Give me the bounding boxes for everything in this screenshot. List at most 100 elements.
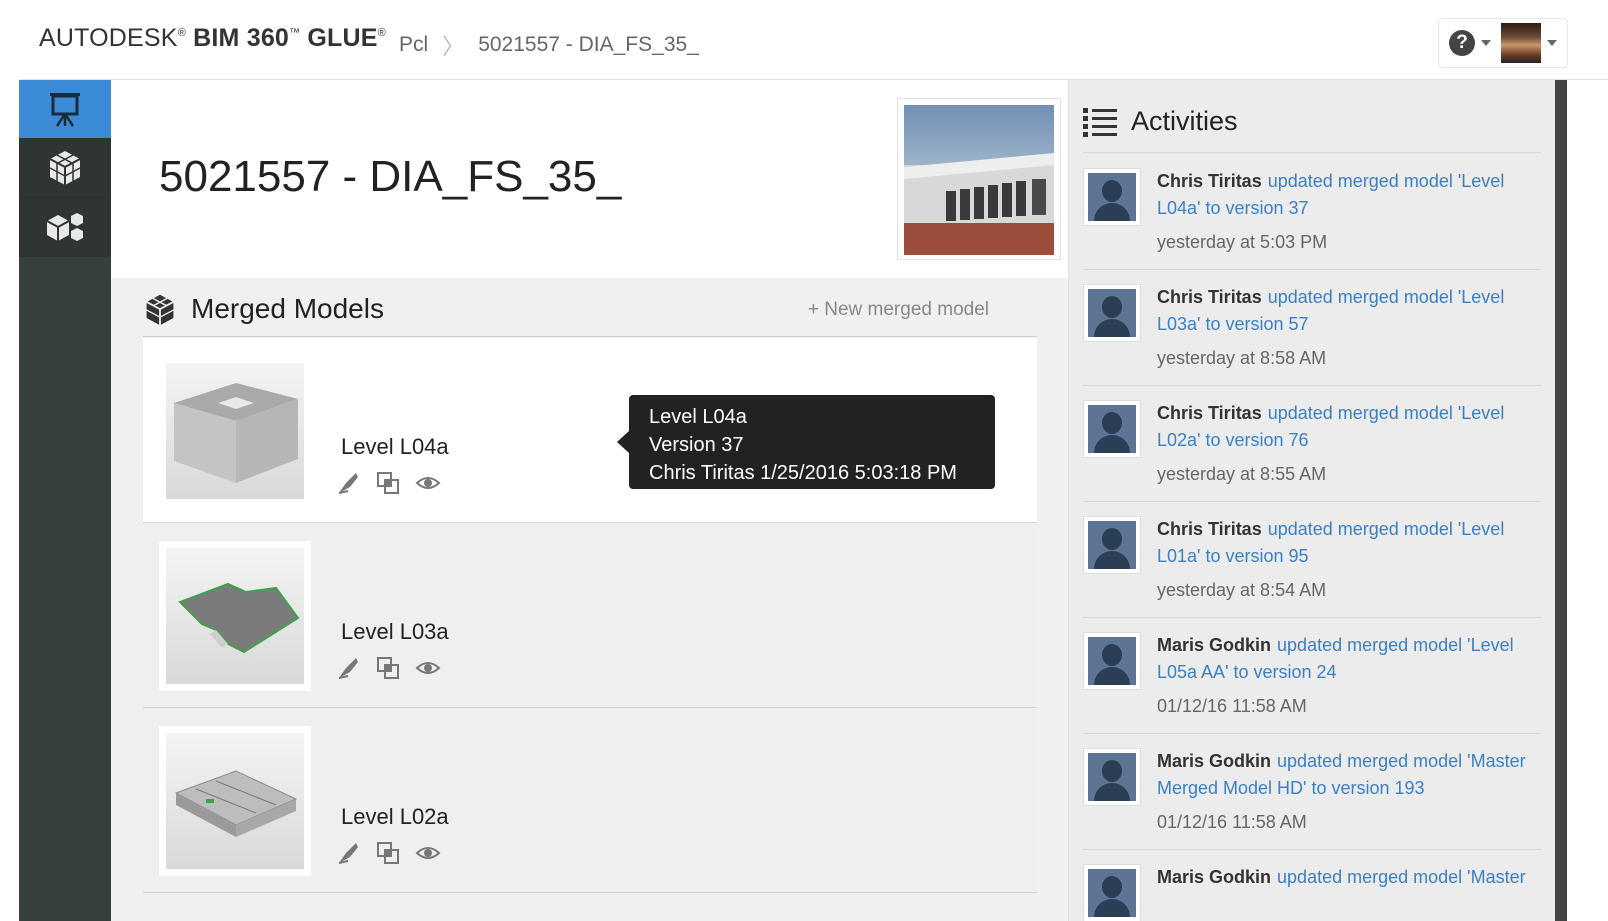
model-thumbnail-image bbox=[166, 548, 304, 684]
header-user-menu: ? bbox=[1438, 18, 1568, 68]
activity-item: Chris Tiritas updated merged model 'Level… bbox=[1083, 386, 1541, 502]
help-caret-icon[interactable] bbox=[1481, 40, 1491, 46]
activity-time: yesterday at 5:03 PM bbox=[1157, 232, 1328, 252]
compare-icon[interactable] bbox=[375, 840, 401, 866]
activities-header: Activities bbox=[1083, 106, 1238, 137]
activity-text: Maris Godkin updated merged model 'Master… bbox=[1157, 748, 1541, 802]
activity-text: Chris Tiritas updated merged model 'Level… bbox=[1157, 516, 1541, 570]
model-row[interactable]: Level L04a Level L04a Version 37 Chris T… bbox=[143, 338, 1037, 523]
model-preview-l04a bbox=[174, 383, 298, 483]
avatar[interactable] bbox=[1083, 400, 1141, 458]
activity-time: yesterday at 8:54 AM bbox=[1157, 580, 1327, 600]
markup-icon[interactable] bbox=[335, 840, 361, 866]
breadcrumb-item-project[interactable]: 5021557 - DIA_FS_35_ bbox=[478, 33, 699, 57]
activity-user[interactable]: Chris Tiritas bbox=[1157, 287, 1262, 307]
activity-user[interactable]: Chris Tiritas bbox=[1157, 171, 1262, 191]
activity-text: Maris Godkin updated merged model 'Master bbox=[1157, 864, 1541, 891]
project-thumbnail[interactable] bbox=[897, 98, 1061, 260]
main-panel: 5021557 - DIA_FS_35_ Merged Models + New… bbox=[111, 80, 1068, 921]
activity-link[interactable]: updated merged model 'Master bbox=[1277, 867, 1526, 887]
merged-models-list: Level L04a Level L04a Version 37 Chris T… bbox=[143, 338, 1037, 893]
activity-user[interactable]: Maris Godkin bbox=[1157, 635, 1271, 655]
building-illustration bbox=[904, 153, 1054, 255]
avatar[interactable] bbox=[1083, 284, 1141, 342]
avatar[interactable] bbox=[1083, 748, 1141, 806]
activity-text: Chris Tiritas updated merged model 'Level… bbox=[1157, 284, 1541, 338]
brand-reg-mark: ® bbox=[177, 27, 186, 39]
brand-logo[interactable]: AUTODESK® BIM 360™ GLUE® bbox=[39, 24, 386, 53]
model-row[interactable]: Level L02a bbox=[143, 708, 1037, 893]
presentation-board-icon bbox=[50, 93, 80, 127]
activity-item: Chris Tiritas updated merged model 'Level… bbox=[1083, 270, 1541, 386]
model-thumbnail-image bbox=[166, 733, 304, 869]
model-actions bbox=[335, 655, 441, 681]
model-thumbnail[interactable] bbox=[159, 726, 311, 876]
model-name[interactable]: Level L03a bbox=[341, 619, 449, 645]
activity-item: Chris Tiritas updated merged model 'Level… bbox=[1083, 502, 1541, 618]
tooltip-version: Version 37 bbox=[649, 434, 744, 456]
rail-merged-models-button[interactable] bbox=[19, 139, 111, 198]
avatar[interactable] bbox=[1083, 168, 1141, 226]
markup-icon[interactable] bbox=[335, 655, 361, 681]
activities-panel: Activities Chris Tiritas updated merged m… bbox=[1068, 80, 1555, 921]
model-version-tooltip: Level L04a Version 37 Chris Tiritas 1/25… bbox=[617, 395, 995, 489]
user-avatar[interactable] bbox=[1501, 23, 1541, 63]
avatar[interactable] bbox=[1083, 516, 1141, 574]
model-thumbnail-image bbox=[166, 363, 304, 499]
breadcrumb-item-account[interactable]: Pcl bbox=[399, 33, 428, 57]
compare-icon[interactable] bbox=[375, 470, 401, 496]
markup-icon[interactable] bbox=[335, 470, 361, 496]
activity-time: yesterday at 8:58 AM bbox=[1157, 348, 1327, 368]
rail-models-button[interactable] bbox=[19, 198, 111, 257]
activity-time: 01/12/16 11:58 AM bbox=[1157, 812, 1307, 832]
page-gutter bbox=[1567, 80, 1608, 921]
brand-product: BIM 360 bbox=[193, 24, 290, 52]
view-icon[interactable] bbox=[415, 470, 441, 496]
tooltip-model-name: Level L04a bbox=[649, 406, 747, 428]
model-name[interactable]: Level L04a bbox=[341, 434, 449, 460]
project-thumbnail-image bbox=[904, 105, 1054, 255]
activity-user[interactable]: Chris Tiritas bbox=[1157, 519, 1262, 539]
list-icon bbox=[1083, 107, 1117, 137]
avatar[interactable] bbox=[1083, 632, 1141, 690]
activity-time: yesterday at 8:55 AM bbox=[1157, 464, 1327, 484]
activities-divider bbox=[1083, 152, 1541, 153]
activity-user[interactable]: Maris Godkin bbox=[1157, 751, 1271, 771]
activity-item: Chris Tiritas updated merged model 'Level… bbox=[1083, 154, 1541, 270]
model-actions bbox=[335, 840, 441, 866]
model-thumbnail[interactable] bbox=[159, 541, 311, 691]
page-title: 5021557 - DIA_FS_35_ bbox=[159, 152, 622, 201]
activity-item: Maris Godkin updated merged model 'Level … bbox=[1083, 618, 1541, 734]
breadcrumb: Pcl 〉 5021557 - DIA_FS_35_ bbox=[399, 29, 699, 61]
compare-icon[interactable] bbox=[375, 655, 401, 681]
activity-text: Maris Godkin updated merged model 'Level … bbox=[1157, 632, 1541, 686]
model-preview-l03a bbox=[178, 582, 300, 654]
user-caret-icon[interactable] bbox=[1547, 40, 1557, 46]
merged-models-icon bbox=[146, 294, 174, 326]
activity-text: Chris Tiritas updated merged model 'Level… bbox=[1157, 400, 1541, 454]
model-name[interactable]: Level L02a bbox=[341, 804, 449, 830]
new-merged-model-link[interactable]: + New merged model bbox=[808, 299, 989, 321]
activity-feed: Chris Tiritas updated merged model 'Level… bbox=[1083, 154, 1541, 921]
merged-models-header: Merged Models + New merged model bbox=[143, 285, 1037, 337]
tooltip-author-date: Chris Tiritas 1/25/2016 5:03:18 PM bbox=[649, 462, 957, 484]
model-thumbnail[interactable] bbox=[159, 356, 311, 506]
cube-grid-icon bbox=[49, 151, 81, 185]
brand-tm-mark: ™ bbox=[289, 27, 301, 39]
activity-user[interactable]: Maris Godkin bbox=[1157, 867, 1271, 887]
activity-item: Maris Godkin updated merged model 'Master bbox=[1083, 850, 1541, 921]
help-icon[interactable]: ? bbox=[1449, 30, 1475, 56]
activity-item: Maris Godkin updated merged model 'Master… bbox=[1083, 734, 1541, 850]
avatar[interactable] bbox=[1083, 864, 1141, 921]
view-icon[interactable] bbox=[415, 840, 441, 866]
model-actions bbox=[335, 470, 441, 496]
merged-models-title: Merged Models bbox=[191, 293, 384, 324]
project-header: 5021557 - DIA_FS_35_ bbox=[111, 80, 1068, 278]
activity-user[interactable]: Chris Tiritas bbox=[1157, 403, 1262, 423]
rail-project-home-button[interactable] bbox=[19, 80, 111, 139]
brand-suffix: GLUE bbox=[307, 24, 378, 52]
view-icon[interactable] bbox=[415, 655, 441, 681]
activities-scrollbar[interactable] bbox=[1555, 80, 1567, 921]
activity-text: Chris Tiritas updated merged model 'Level… bbox=[1157, 168, 1541, 222]
model-row[interactable]: Level L03a bbox=[143, 523, 1037, 708]
